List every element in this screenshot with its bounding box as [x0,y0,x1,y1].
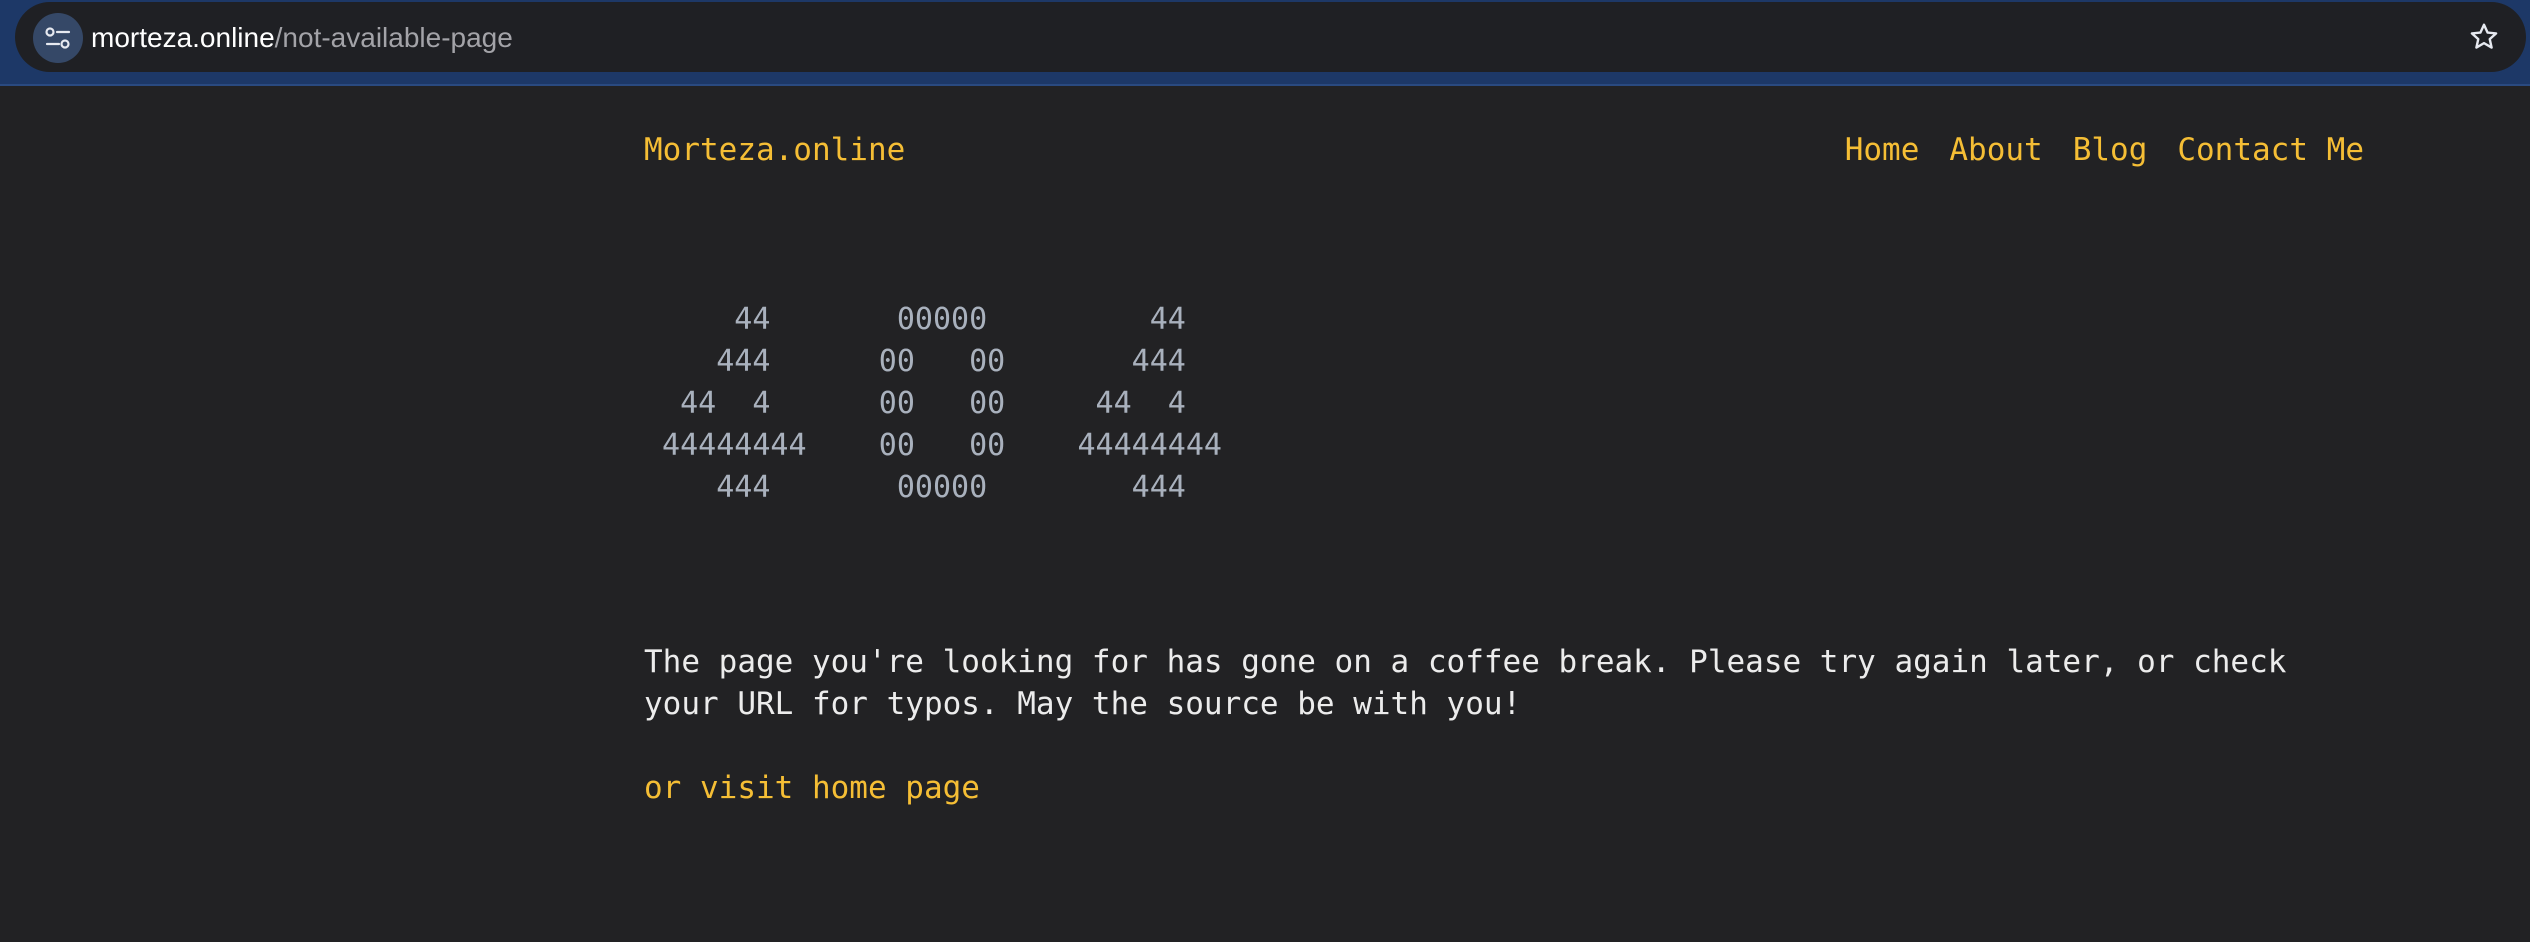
address-bar[interactable]: morteza.online/not-available-page [15,2,2526,72]
visit-home-link[interactable]: or visit home page [644,766,980,810]
url-host: morteza.online [91,22,275,53]
bookmark-star-icon[interactable] [2466,19,2502,55]
nav-blog[interactable]: Blog [2073,128,2148,172]
page-content: Morteza.online Home About Blog Contact M… [0,86,2530,942]
nav-home[interactable]: Home [1845,128,1920,172]
main-nav: Home About Blog Contact Me [1845,128,2364,172]
site-brand-link[interactable]: Morteza.online [644,128,905,172]
browser-toolbar: morteza.online/not-available-page [0,0,2530,86]
site-info-icon[interactable] [33,13,83,63]
url-text[interactable]: morteza.online/not-available-page [91,20,513,56]
url-path: /not-available-page [274,22,513,53]
ascii-404-art: 44 00000 44 444 00 00 444 44 4 00 00 44 … [662,302,1222,505]
site-header: Morteza.online Home About Blog Contact M… [644,128,2364,172]
nav-about[interactable]: About [1949,128,2042,172]
error-message: The page you're looking for has gone on … [644,644,2287,722]
nav-contact-me[interactable]: Contact Me [2177,128,2364,172]
